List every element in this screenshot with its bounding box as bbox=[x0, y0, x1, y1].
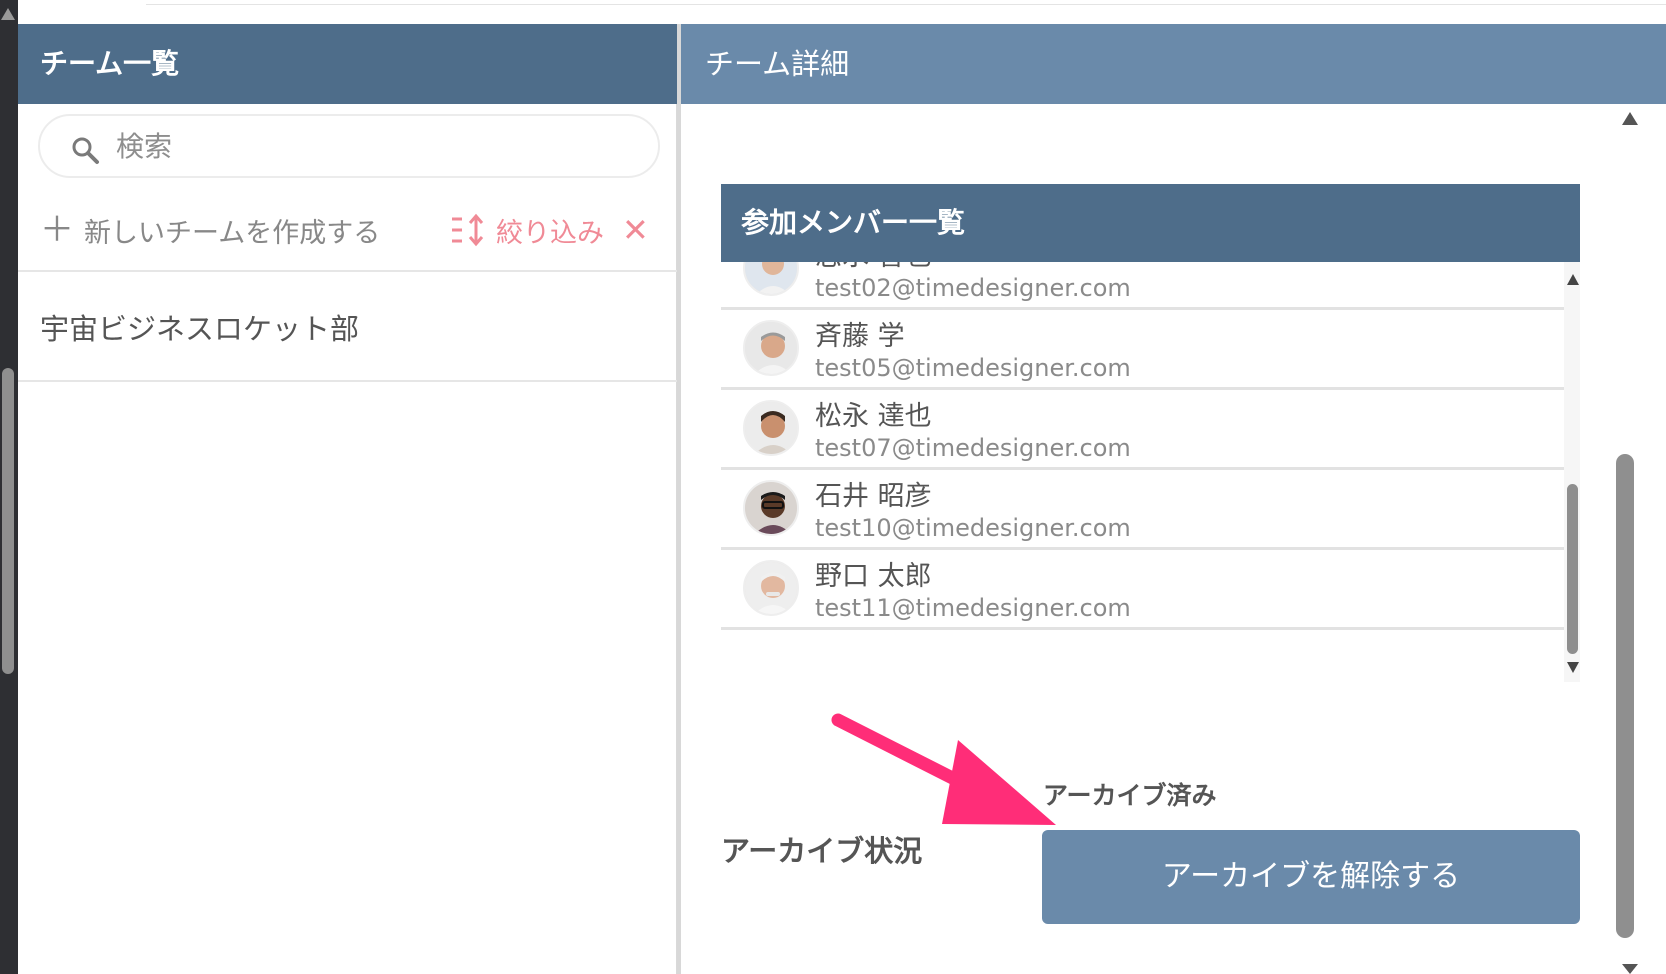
detail-scroll-up-arrow-icon[interactable] bbox=[1622, 112, 1638, 125]
members-list-header: 参加メンバー一覧 bbox=[721, 184, 1580, 262]
filter-controls: 絞り込み ✕ bbox=[450, 210, 649, 250]
member-email: test05@timedesigner.com bbox=[815, 354, 1131, 382]
avatar bbox=[743, 480, 799, 536]
member-row[interactable]: 斉藤 学 test05@timedesigner.com bbox=[721, 310, 1564, 390]
outer-scrollbar-track[interactable] bbox=[0, 0, 18, 974]
sort-filter-icon[interactable] bbox=[450, 213, 488, 247]
detail-scrollbar-thumb[interactable] bbox=[1616, 454, 1634, 938]
avatar bbox=[743, 262, 799, 296]
member-row[interactable]: 志水 智也 test02@timedesigner.com bbox=[721, 262, 1564, 310]
unarchive-button[interactable]: アーカイブを解除する bbox=[1042, 830, 1580, 924]
members-list[interactable]: 志水 智也 test02@timedesigner.com 斉藤 学 test0… bbox=[721, 262, 1580, 682]
detail-scroll-down-arrow-icon[interactable] bbox=[1622, 964, 1638, 974]
team-list-header: チーム一覧 bbox=[18, 24, 677, 104]
team-list-item[interactable]: 宇宙ビジネスロケット部 bbox=[18, 272, 677, 380]
top-toolbar-area bbox=[18, 0, 1666, 24]
members-scrollbar-thumb[interactable] bbox=[1567, 484, 1578, 654]
member-name: 志水 智也 bbox=[815, 262, 932, 273]
member-email: test07@timedesigner.com bbox=[815, 434, 1131, 462]
top-divider bbox=[146, 4, 1666, 5]
app-window: チーム一覧 ＋ 新しいチームを作成する 絞り込み ✕ bbox=[0, 0, 1666, 974]
create-team-button[interactable]: ＋ 新しいチームを作成する bbox=[40, 210, 380, 250]
member-row[interactable]: 松永 達也 test07@timedesigner.com bbox=[721, 390, 1564, 470]
member-name: 松永 達也 bbox=[815, 401, 932, 432]
filter-button[interactable]: 絞り込み bbox=[496, 211, 604, 250]
members-scroll-down-arrow-icon[interactable] bbox=[1567, 662, 1579, 673]
team-name: 宇宙ビジネスロケット部 bbox=[40, 312, 360, 346]
member-row[interactable]: 野口 太郎 test11@timedesigner.com bbox=[721, 550, 1564, 630]
member-email: test02@timedesigner.com bbox=[815, 274, 1131, 302]
search-box[interactable] bbox=[38, 114, 660, 178]
member-name: 石井 昭彦 bbox=[815, 481, 932, 512]
team-detail-panel: チーム詳細 参加メンバー一覧 志水 智也 test02@timedesigner… bbox=[681, 24, 1666, 974]
avatar bbox=[743, 560, 799, 616]
avatar bbox=[743, 320, 799, 376]
team-detail-header: チーム詳細 bbox=[681, 24, 1666, 104]
search-icon bbox=[72, 137, 99, 164]
search-input[interactable] bbox=[116, 126, 636, 166]
member-name: 野口 太郎 bbox=[815, 561, 932, 592]
member-row[interactable]: 石井 昭彦 test10@timedesigner.com bbox=[721, 470, 1564, 550]
member-email: test10@timedesigner.com bbox=[815, 514, 1131, 542]
plus-icon: ＋ bbox=[40, 210, 74, 250]
create-team-label: 新しいチームを作成する bbox=[84, 217, 381, 249]
member-email: test11@timedesigner.com bbox=[815, 594, 1131, 622]
members-scroll-up-arrow-icon[interactable] bbox=[1567, 274, 1579, 285]
member-name: 斉藤 学 bbox=[815, 321, 905, 352]
divider bbox=[18, 380, 677, 382]
outer-scroll-up-arrow-icon[interactable] bbox=[1, 8, 15, 20]
clear-filter-icon[interactable]: ✕ bbox=[622, 214, 649, 246]
archive-status-label: アーカイブ状況 bbox=[721, 834, 923, 868]
outer-scrollbar-thumb[interactable] bbox=[2, 368, 14, 674]
avatar bbox=[743, 400, 799, 456]
team-list-panel: チーム一覧 ＋ 新しいチームを作成する 絞り込み ✕ bbox=[18, 24, 677, 974]
annotation-arrow-icon bbox=[831, 713, 1056, 825]
